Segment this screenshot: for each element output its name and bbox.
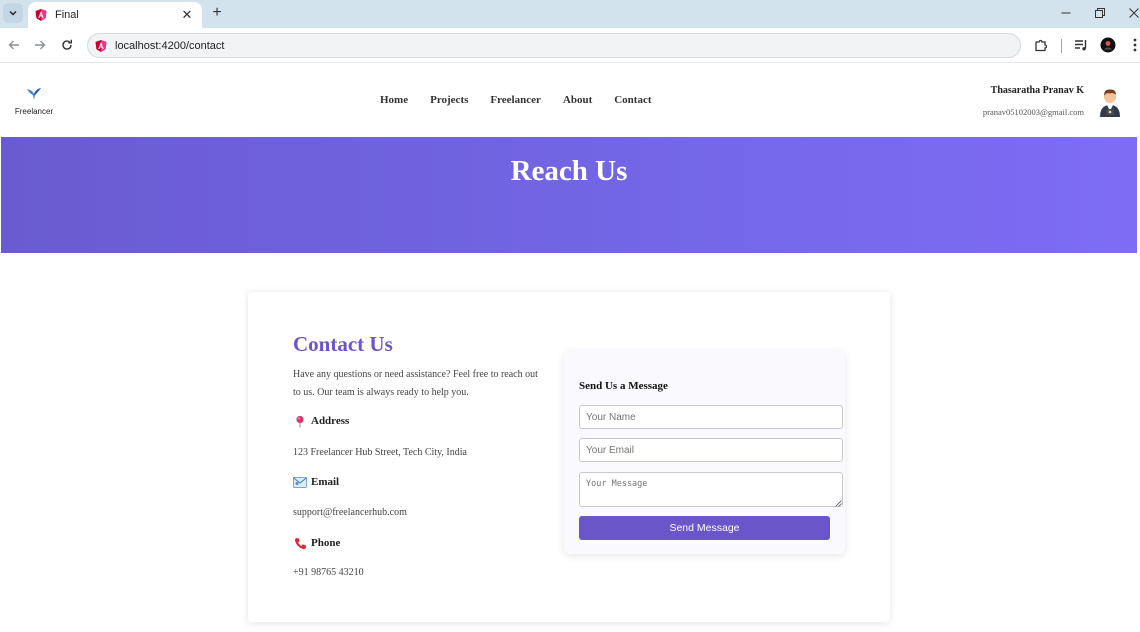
email-label: Email: [311, 476, 340, 488]
reload-button[interactable]: [58, 36, 76, 54]
message-form: Send Us a Message Send Message: [564, 350, 845, 554]
browser-toolbar: localhost:4200/contact: [0, 28, 1140, 63]
kebab-menu-icon: [1133, 38, 1137, 52]
restore-button[interactable]: [1087, 4, 1113, 22]
email-heading: Email: [293, 475, 339, 489]
main-nav: Home Projects Freelancer About Contact: [380, 94, 674, 106]
envelope-icon: [293, 475, 307, 489]
forward-button[interactable]: [31, 36, 49, 54]
url-text: localhost:4200/contact: [115, 39, 225, 52]
puzzle-icon: [1035, 39, 1048, 52]
phone-heading: Phone: [293, 536, 340, 550]
close-icon: [1129, 8, 1139, 18]
forward-arrow-icon: [35, 40, 46, 50]
hero-banner: Reach Us: [1, 137, 1137, 253]
user-avatar[interactable]: [1096, 85, 1124, 117]
browser-tabstrip: Final ✕ +: [0, 0, 1140, 28]
new-tab-button[interactable]: +: [208, 4, 226, 22]
phone-label: Phone: [311, 537, 341, 549]
email-field[interactable]: [579, 438, 843, 462]
send-message-button[interactable]: Send Message: [579, 516, 830, 540]
reload-icon: [62, 39, 72, 50]
playlist-icon: [1075, 40, 1087, 51]
phone-icon: [293, 536, 307, 550]
back-button[interactable]: [5, 36, 23, 54]
profile-button[interactable]: [1099, 36, 1117, 54]
chevron-down-icon: [9, 10, 17, 16]
close-window-button[interactable]: [1121, 4, 1140, 22]
resize-grip-icon[interactable]: [835, 500, 842, 507]
nav-projects[interactable]: Projects: [430, 94, 468, 106]
form-title: Send Us a Message: [579, 380, 668, 392]
site-header: Freelancer Home Projects Freelancer Abou…: [0, 63, 1140, 137]
nav-about[interactable]: About: [563, 94, 592, 106]
bird-logo-icon: [27, 88, 41, 100]
user-avatar-icon: [1100, 89, 1120, 117]
contact-description: Have any questions or need assistance? F…: [293, 369, 538, 398]
phone-value: +91 98765 43210: [293, 567, 364, 578]
nav-home[interactable]: Home: [380, 94, 408, 106]
address-heading: Address: [293, 414, 349, 428]
angular-site-icon: [95, 39, 107, 52]
browser-tab-active[interactable]: Final ✕: [28, 2, 202, 28]
media-controls-button[interactable]: [1072, 36, 1090, 54]
toolbar-divider: [1061, 39, 1062, 53]
nav-freelancer[interactable]: Freelancer: [490, 94, 541, 106]
name-field[interactable]: [579, 405, 843, 429]
site-logo[interactable]: Freelancer: [12, 87, 56, 116]
user-name: Thasaratha Pranav K: [990, 85, 1084, 96]
restore-icon: [1095, 8, 1105, 18]
logo-text: Freelancer: [14, 107, 54, 116]
address-value: 123 Freelancer Hub Street, Tech City, In…: [293, 447, 467, 458]
browser-menu-button[interactable]: [1126, 36, 1140, 54]
back-arrow-icon: [8, 40, 19, 50]
nav-contact[interactable]: Contact: [614, 94, 651, 106]
minimize-icon: [1061, 12, 1071, 14]
profile-avatar-icon: [1100, 37, 1116, 53]
tab-search-button[interactable]: [3, 3, 23, 23]
address-bar[interactable]: localhost:4200/contact: [87, 33, 1021, 58]
minimize-button[interactable]: [1053, 4, 1079, 22]
extensions-button[interactable]: [1032, 36, 1050, 54]
address-label: Address: [311, 415, 350, 427]
contact-card: Contact Us Have any questions or need as…: [248, 292, 890, 622]
user-email: pranav05102003@gmail.com: [982, 107, 1084, 117]
pin-icon: [293, 414, 307, 428]
angular-favicon-icon: [35, 9, 47, 21]
hero-title: Reach Us: [510, 155, 628, 187]
tab-close-icon[interactable]: ✕: [180, 7, 194, 23]
contact-title: Contact Us: [293, 332, 393, 356]
email-value: support@freelancerhub.com: [293, 507, 407, 518]
tab-title: Final: [55, 9, 79, 21]
message-field[interactable]: [579, 472, 843, 507]
